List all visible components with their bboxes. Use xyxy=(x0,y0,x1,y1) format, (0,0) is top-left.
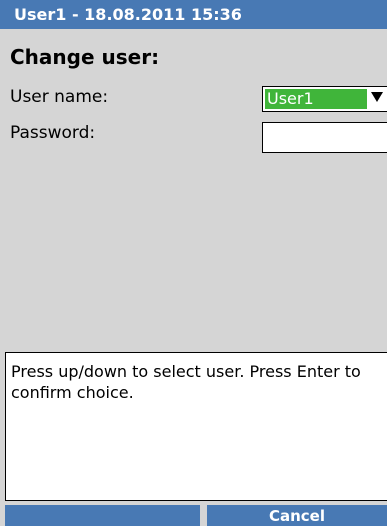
user-name-label: User name: xyxy=(10,87,109,107)
device-screen: User1 - 18.08.2011 15:36 Change user: Us… xyxy=(0,0,387,526)
password-field[interactable] xyxy=(262,122,387,153)
dropdown-arrow-icon[interactable] xyxy=(371,92,383,102)
help-text-box: Press up/down to select user. Press Ente… xyxy=(5,352,387,501)
left-softkey-button[interactable] xyxy=(5,505,200,526)
user-name-selected-value: User1 xyxy=(265,89,367,109)
password-label: Password: xyxy=(10,123,96,143)
cancel-button[interactable]: Cancel xyxy=(207,505,387,526)
title-bar: User1 - 18.08.2011 15:36 xyxy=(0,0,387,29)
user-name-select[interactable]: User1 xyxy=(262,86,387,112)
page-title: Change user: xyxy=(10,45,160,69)
